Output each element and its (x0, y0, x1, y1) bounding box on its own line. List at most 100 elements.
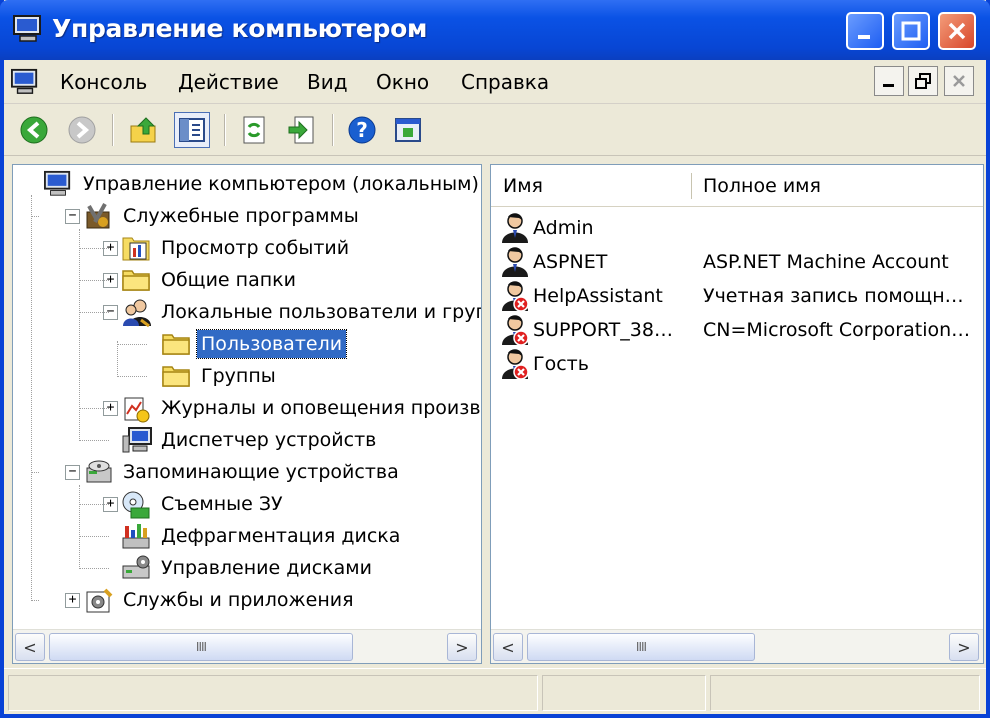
status-bar (4, 668, 986, 714)
show-hide-tree-icon (179, 118, 205, 142)
console-icon[interactable] (10, 68, 40, 96)
list-item[interactable]: Admin (491, 211, 983, 245)
list-horizontal-scrollbar[interactable]: < IIII > (491, 629, 983, 663)
tree-connector (79, 408, 109, 409)
list-item[interactable]: Гость (491, 347, 983, 381)
menu-help[interactable]: Справка (461, 70, 549, 94)
tree-node[interactable]: Диспетчер устройств (121, 425, 380, 455)
tree-node[interactable]: Съемные ЗУ (121, 489, 287, 519)
computer-management-icon (43, 170, 73, 198)
export-list-button[interactable] (284, 112, 320, 148)
menu-bar: Консоль Действие Вид Окно Справка (4, 60, 986, 104)
tree-node-label: Общие папки (161, 269, 296, 291)
tree-connector (117, 376, 147, 377)
list-item[interactable]: HelpAssistant Учетная запись помощн… (491, 279, 983, 313)
tree-node[interactable]: Службы и приложения (83, 585, 358, 615)
minimize-button[interactable] (846, 12, 884, 50)
chevron-right-icon: > (455, 637, 469, 657)
console-tree: Управление компьютером (локальным) Служеб… (13, 165, 481, 625)
tree-connector (79, 568, 109, 569)
status-pane-main (8, 675, 538, 711)
list-item[interactable]: SUPPORT_38… CN=Microsoft Corporation… (491, 313, 983, 347)
help-button[interactable]: ? (344, 112, 380, 148)
minimize-icon (858, 35, 870, 39)
chevron-left-icon: < (23, 637, 37, 657)
tree-connector (117, 344, 147, 345)
tree-node-label: Запоминающие устройства (123, 461, 399, 483)
tree-node[interactable]: Управление компьютером (локальным) (43, 169, 481, 199)
user-name-cell: ASPNET (499, 246, 607, 278)
column-header-full-name[interactable]: Полное имя (691, 165, 981, 207)
disabled-user-icon (499, 280, 533, 312)
user-name: Гость (533, 353, 589, 375)
close-button[interactable] (938, 12, 976, 50)
tree-node[interactable]: Запоминающие устройства (83, 457, 403, 487)
forward-button[interactable] (64, 112, 100, 148)
console-tree-pane[interactable]: Управление компьютером (локальным) Служеб… (12, 164, 482, 664)
performance-logs-icon (121, 394, 151, 423)
properties-button[interactable] (390, 112, 426, 148)
show-hide-tree-button[interactable] (174, 112, 210, 148)
tree-connector (31, 472, 39, 473)
up-level-button[interactable] (126, 112, 162, 148)
refresh-button[interactable] (236, 112, 272, 148)
child-minimize-button[interactable] (874, 66, 904, 96)
tree-node-label: Диспетчер устройств (161, 429, 377, 451)
collapse-icon[interactable]: − (65, 465, 80, 480)
chevron-right-icon: > (957, 637, 971, 657)
child-close-button[interactable] (944, 66, 974, 96)
title-bar[interactable]: Управление компьютером (0, 0, 990, 60)
collapse-icon[interactable]: − (65, 209, 80, 224)
column-header-name[interactable]: Имя (491, 165, 691, 207)
storage-icon (83, 458, 113, 486)
tree-node-label: Службы и приложения (123, 589, 354, 611)
chevron-left-icon: < (501, 637, 515, 657)
expand-icon[interactable]: + (65, 593, 80, 608)
scroll-left-button[interactable]: < (493, 633, 523, 661)
disk-defrag-icon (121, 522, 151, 550)
tree-connector (79, 536, 109, 537)
tree-node-label: Пользователи (195, 329, 348, 359)
maximize-button[interactable] (892, 12, 930, 50)
svg-text:?: ? (356, 118, 368, 142)
scroll-thumb[interactable]: IIII (49, 633, 353, 661)
scroll-thumb[interactable]: IIII (527, 633, 755, 661)
tree-node-label: Служебные программы (123, 205, 359, 227)
menu-console[interactable]: Консоль (60, 70, 147, 94)
tree-connector (79, 280, 109, 281)
menu-window[interactable]: Окно (376, 70, 429, 94)
menu-view[interactable]: Вид (307, 70, 348, 94)
scroll-left-button[interactable]: < (15, 633, 45, 661)
tree-node[interactable]: Журналы и оповещения произво, (121, 393, 481, 423)
tree-connector (31, 600, 39, 601)
tree-node[interactable]: Управление дисками (121, 553, 376, 583)
tree-node[interactable]: Служебные программы (83, 201, 363, 231)
tree-node[interactable]: Пользователи (161, 329, 348, 359)
child-restore-button[interactable] (908, 66, 938, 96)
tree-node-label: Журналы и оповещения произво, (161, 397, 481, 419)
tree-node-label: Просмотр событий (161, 237, 350, 259)
scroll-right-button[interactable]: > (949, 633, 979, 661)
user-name: HelpAssistant (533, 285, 663, 307)
toolbar: ? (4, 104, 986, 156)
tree-connector (31, 195, 32, 601)
back-button[interactable] (16, 112, 52, 148)
tree-horizontal-scrollbar[interactable]: < IIII > (13, 629, 481, 663)
up-folder-icon (130, 117, 156, 143)
tree-node[interactable]: Общие папки (121, 265, 300, 295)
tree-node-label: Группы (201, 365, 276, 387)
close-icon (948, 22, 966, 40)
system-tools-icon (83, 202, 113, 230)
scroll-right-button[interactable]: > (447, 633, 477, 661)
tree-node[interactable]: Просмотр событий (121, 233, 353, 263)
menu-action[interactable]: Действие (178, 70, 279, 94)
tree-connector (79, 312, 109, 313)
tree-node[interactable]: Дефрагментация диска (121, 521, 404, 551)
list-item[interactable]: ASPNET ASP.NET Machine Account (491, 245, 983, 279)
window-title: Управление компьютером (52, 14, 428, 43)
device-manager-icon (121, 426, 152, 454)
details-pane[interactable]: Имя Полное имя Admin ASPNET ASP.NET Machin… (490, 164, 984, 664)
tree-node[interactable]: Группы (161, 361, 280, 391)
tree-node[interactable]: Локальные пользователи и групп (121, 297, 481, 328)
maximize-icon (901, 21, 921, 41)
